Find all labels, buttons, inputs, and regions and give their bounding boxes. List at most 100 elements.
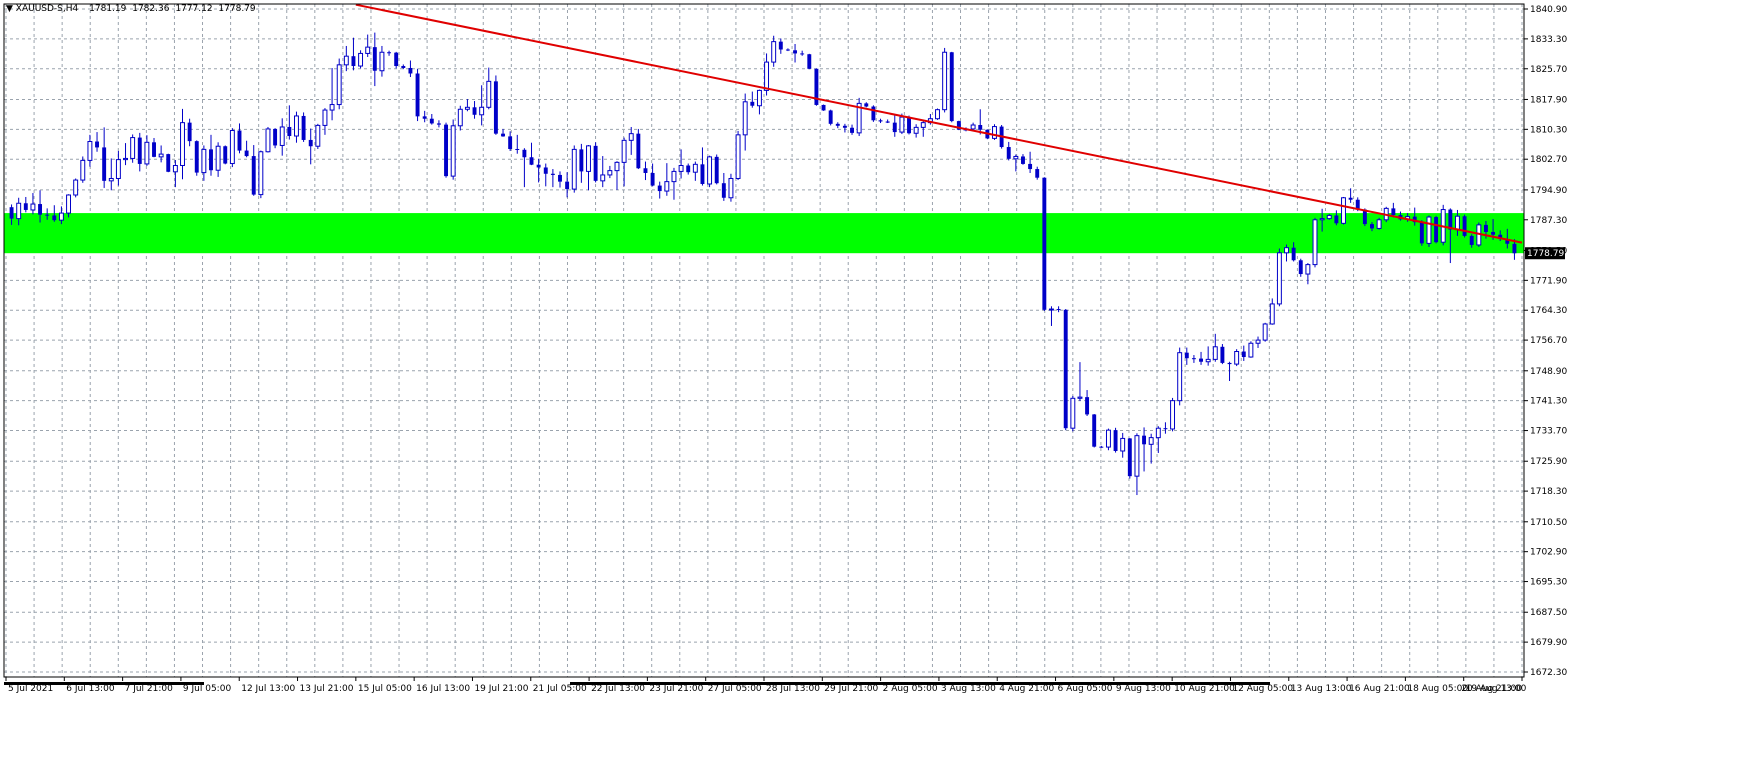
dropdown-triangle-icon[interactable]: ▼: [6, 4, 13, 14]
bull-candle: [1284, 247, 1289, 254]
price-chart[interactable]: 1840.90 1833.30 1825.70 1817.90 1810.30 1802.…: [0, 0, 1742, 764]
bull-candle: [678, 165, 684, 172]
bear-candle: [1127, 438, 1132, 477]
bull-candle: [87, 141, 93, 161]
bull-candle: [73, 179, 79, 196]
bear-candle: [1448, 209, 1453, 230]
bull-candle: [1426, 216, 1432, 244]
bull-candle: [1276, 252, 1282, 305]
bull-candle: [707, 156, 713, 185]
bear-candle: [52, 215, 57, 221]
x-tick-label: 9 Jul 05:00: [183, 684, 232, 694]
bear-candle: [1391, 208, 1396, 216]
y-tick-label: 1833.30: [1530, 35, 1567, 45]
y-tick-label: 1764.30: [1530, 306, 1567, 316]
x-tick-label: 9 Aug 13:00: [1116, 684, 1171, 694]
bull-candle: [1255, 339, 1261, 344]
bull-candle: [16, 202, 22, 220]
bear-candle: [194, 141, 199, 173]
x-tick-label: 6 Jul 13:00: [66, 684, 115, 694]
x-tick-label: 19 Jul 21:00: [474, 684, 528, 694]
bear-candle: [273, 128, 278, 146]
bull-candle: [621, 139, 627, 163]
bull-candle: [1070, 397, 1076, 429]
bear-candle: [785, 49, 790, 51]
bull-candle: [265, 128, 271, 153]
bear-candle: [522, 149, 527, 158]
bull-candle: [614, 161, 620, 172]
bear-candle: [907, 117, 911, 134]
bull-candle: [172, 165, 178, 173]
bull-candle: [992, 126, 997, 139]
x-tick-label: 28 Jul 13:00: [766, 684, 820, 694]
bull-candle: [735, 134, 741, 179]
bear-candle: [1227, 362, 1232, 365]
bear-candle: [152, 142, 156, 157]
y-tick-label: 1679.90: [1530, 638, 1567, 648]
bear-candle: [508, 136, 513, 149]
bull-candle: [144, 141, 150, 165]
bull-candle: [764, 61, 770, 91]
bear-candle: [408, 67, 413, 74]
bear-candle: [871, 106, 876, 121]
bear-candle: [415, 73, 420, 117]
bull-candle: [1305, 264, 1311, 275]
bear-candle: [1220, 346, 1225, 363]
bull-candle: [1319, 218, 1325, 221]
bear-candle: [1370, 224, 1374, 229]
x-tick-label: 6 Aug 05:00: [1058, 684, 1113, 694]
bear-candle: [565, 181, 570, 190]
y-tick-label: 1771.90: [1530, 276, 1567, 286]
bull-candle: [942, 51, 948, 111]
x-tick-label: 21 Jul 05:00: [533, 684, 587, 694]
bear-candle: [657, 185, 662, 192]
bear-candle: [1512, 243, 1517, 254]
bear-candle: [1042, 177, 1047, 310]
y-tick-label: 1748.90: [1530, 367, 1567, 377]
bull-candle: [756, 89, 762, 107]
bear-candle: [978, 125, 983, 130]
bull-candle: [123, 157, 128, 161]
bull-candle: [158, 153, 164, 158]
support-resistance-zone: [4, 213, 1524, 254]
bear-candle: [372, 47, 377, 71]
bear-candle: [1483, 224, 1488, 232]
bull-candle: [201, 148, 207, 174]
bear-candle: [650, 172, 655, 186]
bear-candle: [842, 125, 847, 128]
bear-candle: [223, 146, 228, 164]
bull-candle: [58, 212, 64, 221]
bull-candle: [108, 177, 114, 182]
bear-candle: [9, 207, 14, 219]
bull-candle: [1049, 308, 1054, 311]
y-tick-label: 1702.90: [1530, 548, 1567, 558]
bull-candle: [115, 159, 121, 179]
bear-candle: [558, 174, 562, 182]
bull-candle: [464, 106, 470, 110]
bear-candle: [1334, 215, 1339, 224]
bear-candle: [244, 150, 249, 157]
bear-candle: [429, 118, 434, 124]
x-tick-label: 22 Jul 13:00: [591, 684, 645, 694]
bear-candle: [1113, 430, 1118, 451]
bull-candle: [1077, 396, 1083, 399]
bull-candle: [692, 163, 698, 173]
bull-candle: [180, 122, 185, 167]
bull-candle: [343, 55, 349, 66]
bull-candle: [920, 122, 926, 128]
low-value: 1777.12: [175, 4, 213, 14]
bear-candle: [643, 168, 648, 173]
bull-candle: [1454, 215, 1460, 231]
bear-candle: [1142, 435, 1147, 445]
bull-candle: [628, 133, 634, 141]
y-tick-label: 1741.30: [1530, 397, 1567, 407]
bear-candle: [1092, 414, 1097, 447]
bear-candle: [1434, 217, 1439, 243]
bull-candle: [571, 148, 577, 190]
bear-candle: [187, 122, 192, 142]
bear-candle: [750, 101, 755, 106]
bull-candle: [358, 52, 364, 67]
bull-candle: [329, 104, 335, 111]
bull-candle: [450, 125, 456, 177]
bear-candle: [501, 133, 505, 137]
